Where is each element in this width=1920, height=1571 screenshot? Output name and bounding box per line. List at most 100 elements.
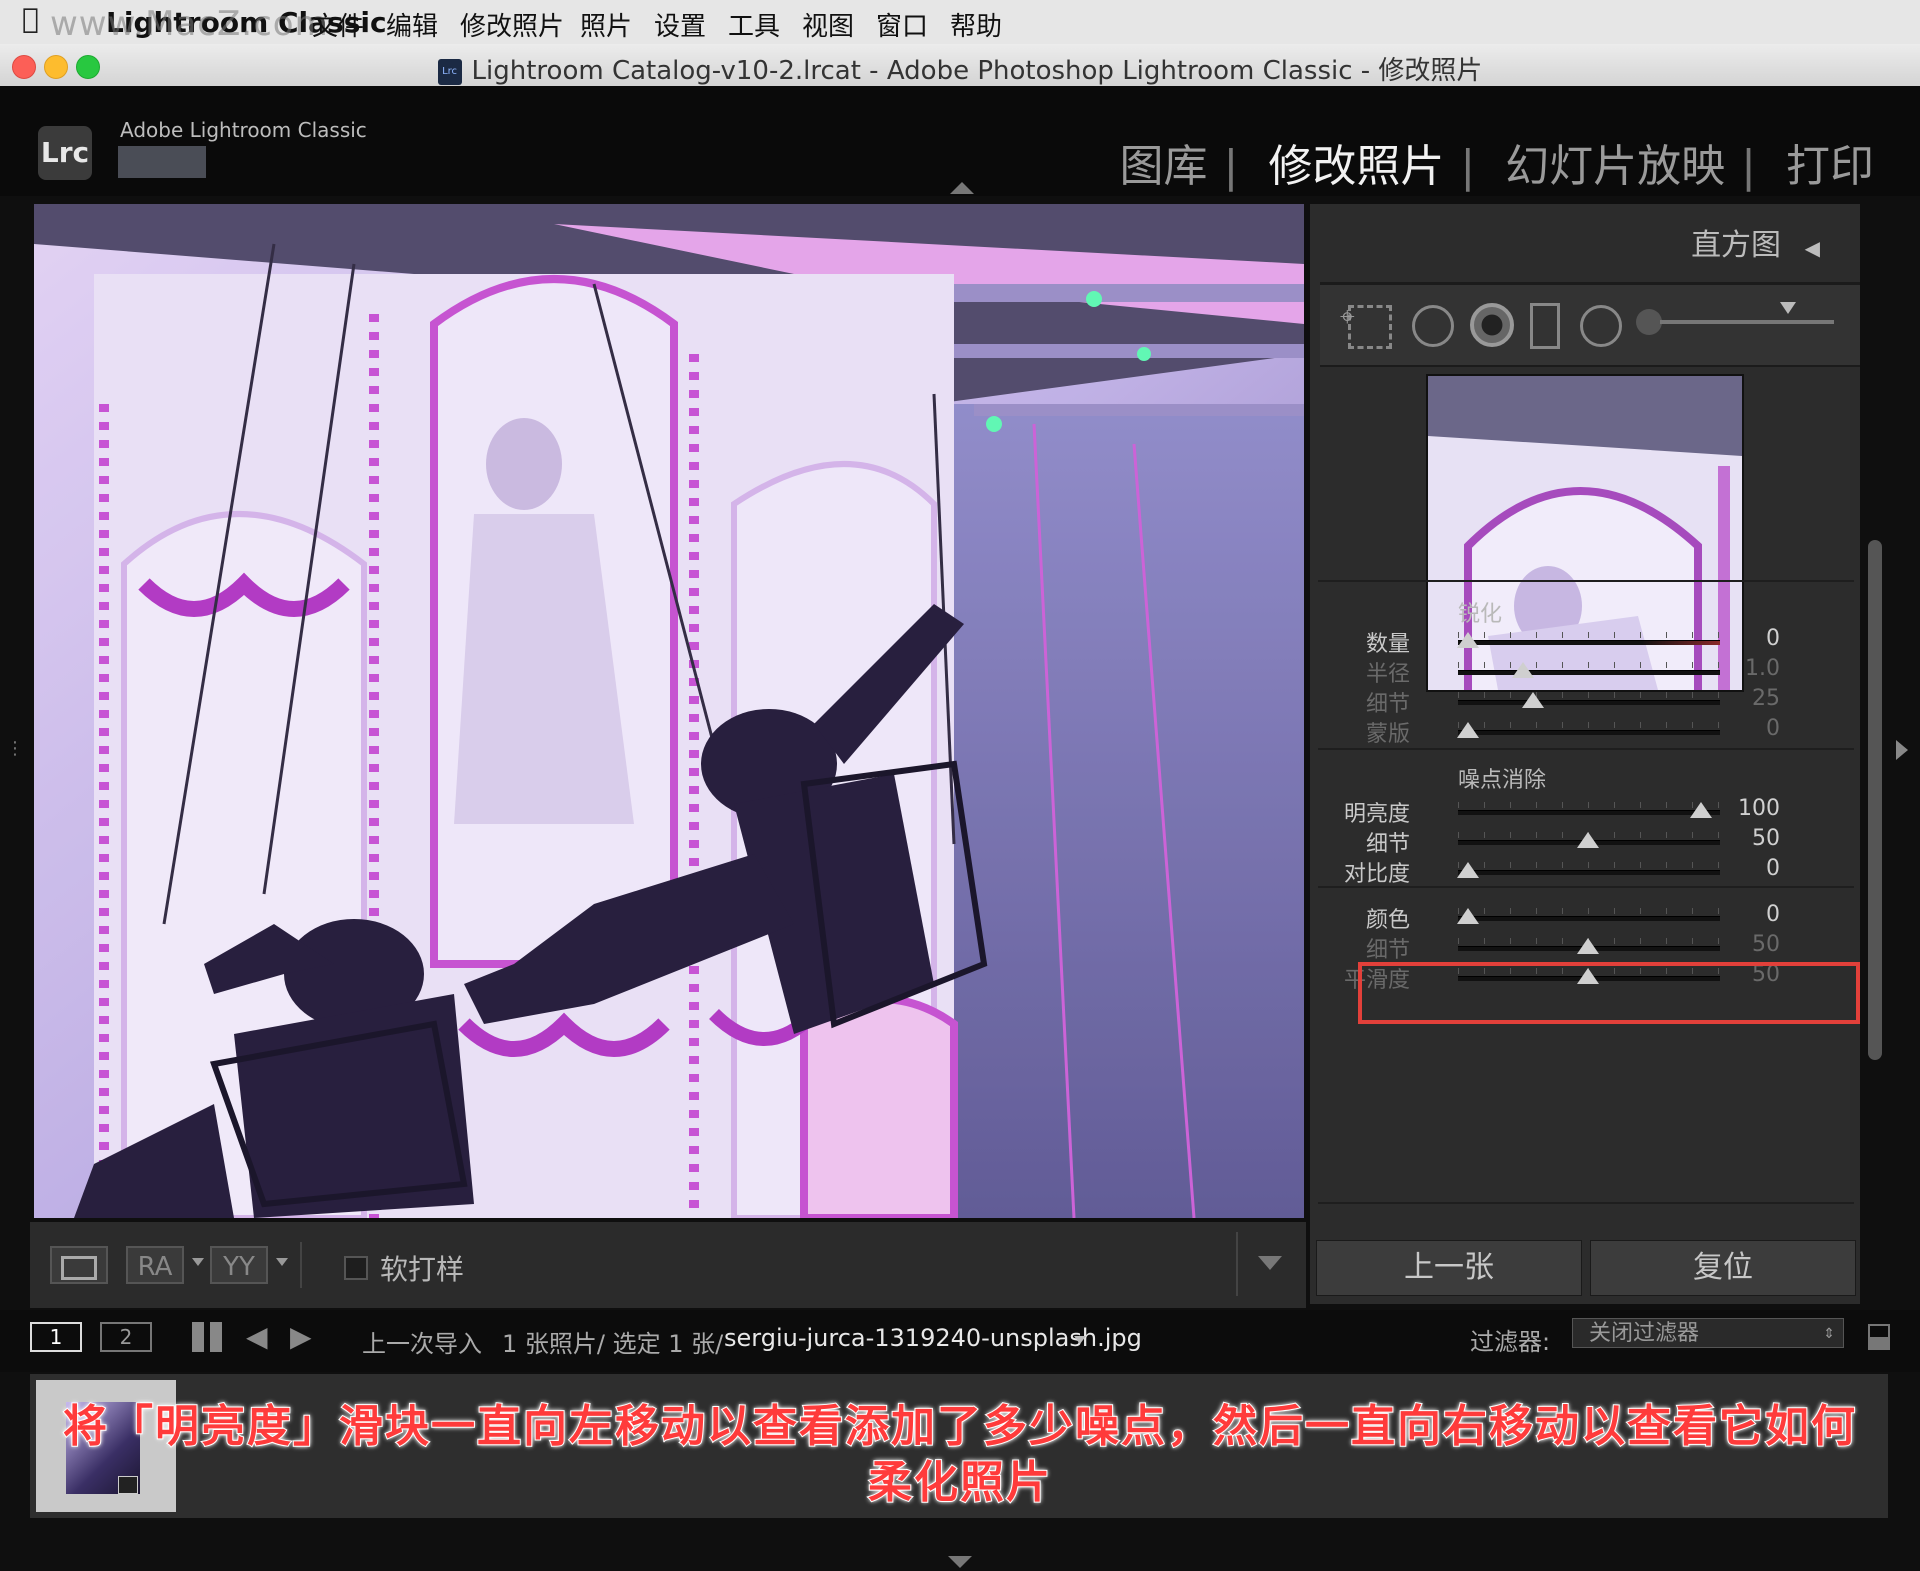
slider-thumb[interactable] [1457,722,1479,738]
collapse-triangle-icon[interactable]: ◀ [1805,236,1820,260]
slider-tick [1510,632,1511,638]
slider-tick [1588,802,1589,808]
slider-tick [1510,908,1511,914]
menu-tools[interactable]: 工具 [728,6,780,43]
target-crosshair-icon[interactable]: ⌖ [1340,302,1355,333]
detail-panel-collapse-icon[interactable] [1780,302,1796,314]
module-print[interactable]: 打印 [1786,141,1874,192]
menu-window[interactable]: 窗口 [876,6,928,43]
slider-value[interactable]: 50 [1690,932,1780,957]
before-after-lr-button[interactable]: RA [126,1246,184,1284]
menu-photo[interactable]: 照片 [580,6,632,43]
slider-value[interactable]: 50 [1690,826,1780,851]
slider-track[interactable] [1458,640,1720,645]
slider-label: 明亮度 [1343,802,1410,827]
spot-removal-icon[interactable] [1412,305,1454,347]
menu-settings[interactable]: 设置 [654,6,706,43]
histogram-panel-header[interactable]: 直方图 ◀ [1691,220,1820,264]
menu-help[interactable]: 帮助 [950,6,1002,43]
slider-thumb[interactable] [1512,662,1535,678]
source-label[interactable]: 上一次导入 [362,1324,482,1359]
slider-tick [1614,938,1615,944]
forward-arrow-icon[interactable]: ▶ [290,1320,312,1353]
window-title: Lrc Lightroom Catalog-v10-2.lrcat - Adobe… [0,50,1920,87]
before-after-lr-dropdown-icon[interactable] [192,1258,204,1266]
top-panel-toggle-icon[interactable] [950,182,974,194]
reset-button[interactable]: 复位 [1590,1240,1856,1296]
toolbar-divider [1236,1232,1238,1296]
slider-tick [1458,938,1459,944]
soft-proof-checkbox[interactable] [344,1256,368,1280]
develop-toolbar: RA YY 软打样 [30,1222,1306,1308]
slider-value[interactable]: 25 [1690,686,1780,711]
before-after-tb-button[interactable]: YY [210,1246,268,1284]
radial-filter-icon[interactable] [1580,305,1622,347]
filename-dropdown-icon[interactable] [1074,1336,1086,1344]
slider-tick [1536,908,1537,914]
graduated-filter-icon[interactable] [1530,303,1560,349]
photo-canvas[interactable] [34,204,1304,1218]
module-develop[interactable]: 修改照片 [1268,141,1444,192]
menu-file[interactable]: 文件 [312,6,364,43]
slider-thumb[interactable] [1577,832,1599,848]
panel-scrollbar[interactable] [1868,540,1882,1060]
menu-edit[interactable]: 编辑 [386,6,438,43]
back-arrow-icon[interactable]: ◀ [246,1320,268,1353]
slider-track[interactable] [1458,730,1720,735]
slider-tick [1666,692,1667,698]
slider-track[interactable] [1458,810,1720,815]
slider-track[interactable] [1458,916,1720,921]
apple-icon[interactable]:  [22,2,39,35]
previous-settings-button[interactable]: 上一张 [1316,1240,1582,1296]
slider-track[interactable] [1458,670,1720,675]
left-panel-toggle-icon[interactable]: ⋮ [6,738,24,759]
slider-tick [1536,862,1537,868]
module-library[interactable]: 图库 [1120,141,1208,192]
grid-view-icon[interactable] [192,1322,222,1352]
slider-tick [1510,832,1511,838]
slider-thumb[interactable] [1457,908,1479,924]
before-after-tb-dropdown-icon[interactable] [276,1258,288,1266]
histogram-label: 直方图 [1691,228,1782,263]
filter-lock-icon[interactable] [1868,1324,1890,1350]
menu-develop[interactable]: 修改照片 [460,6,564,43]
slider-tick [1666,662,1667,668]
window-title-text: Lightroom Catalog-v10-2.lrcat - Adobe Ph… [471,56,1483,86]
brush-slider-track[interactable] [1660,320,1834,324]
adjustment-brush-icon[interactable] [1636,309,1662,335]
slider-value[interactable]: 0 [1690,902,1780,927]
slider-track[interactable] [1458,700,1720,705]
bottom-panel-toggle-icon[interactable] [948,1556,972,1568]
window-2-button[interactable]: 2 [100,1322,152,1352]
slider-tick [1510,722,1511,728]
soft-proof-label: 软打样 [380,1253,465,1286]
slider-tick [1510,938,1511,944]
filter-select[interactable]: 关闭过滤器 ⇕ [1572,1318,1844,1348]
slider-value[interactable]: 1.0 [1690,656,1780,681]
menu-view[interactable]: 视图 [802,6,854,43]
slider-thumb[interactable] [1457,862,1479,878]
slider-track[interactable] [1458,870,1720,875]
slider-value[interactable]: 0 [1690,716,1780,741]
red-eye-icon[interactable] [1470,303,1514,347]
slider-thumb[interactable] [1457,632,1479,648]
highlight-box [1358,962,1860,1024]
slider-tick [1614,802,1615,808]
slider-value[interactable]: 0 [1690,626,1780,651]
slider-tick [1640,692,1641,698]
window-1-button[interactable]: 1 [30,1322,82,1352]
slider-tick [1640,632,1641,638]
right-panel-toggle-icon[interactable] [1896,740,1908,760]
toolbar-content-dropdown-icon[interactable] [1258,1256,1282,1270]
slider-thumb[interactable] [1577,938,1599,954]
slider-thumb[interactable] [1521,692,1544,708]
slider-value[interactable]: 0 [1690,856,1780,881]
section-title: 锐化 [1458,602,1503,627]
module-slideshow[interactable]: 幻灯片放映 [1505,141,1725,192]
slider-value[interactable]: 100 [1690,796,1780,821]
slider-tick [1484,692,1485,698]
loupe-view-button[interactable] [50,1246,108,1284]
slider-label: 颜色 [1365,908,1410,933]
slider-tick [1666,632,1667,638]
slider-tick [1458,692,1459,698]
